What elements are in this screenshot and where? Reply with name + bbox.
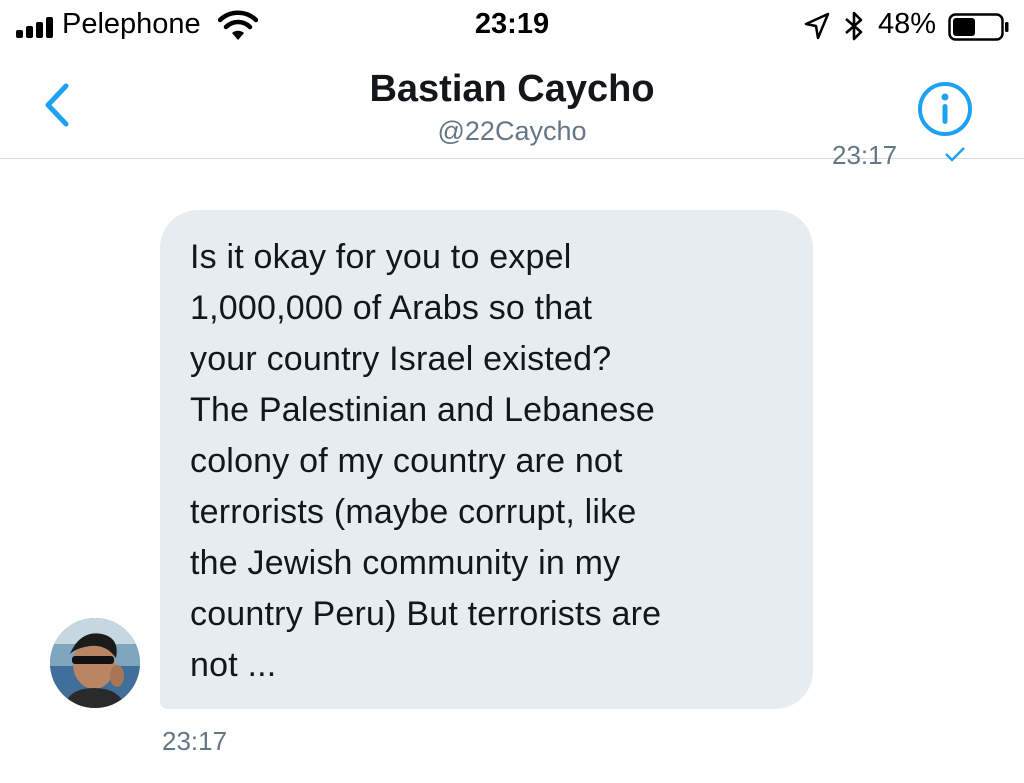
info-icon[interactable] bbox=[916, 80, 974, 138]
battery-percent: 48% bbox=[878, 8, 937, 40]
previous-message-timestamp: 23:17 bbox=[832, 140, 972, 170]
bluetooth-icon bbox=[845, 11, 863, 41]
contact-name[interactable]: Bastian Caycho bbox=[0, 68, 1024, 111]
status-bar: Pelephone 23:19 48% bbox=[0, 0, 1024, 52]
avatar-photo bbox=[50, 618, 140, 708]
battery-icon bbox=[948, 13, 1009, 41]
checkmark-icon bbox=[945, 147, 965, 162]
message-timestamp: 23:17 bbox=[162, 726, 228, 756]
location-arrow-icon bbox=[804, 12, 830, 40]
previous-timestamp-text: 23:17 bbox=[832, 140, 898, 170]
message-bubble[interactable]: Is it okay for you to expel 1,000,000 of… bbox=[160, 210, 813, 709]
avatar[interactable] bbox=[50, 618, 140, 708]
status-time: 23:19 bbox=[474, 8, 550, 40]
message-text: Is it okay for you to expel 1,000,000 of… bbox=[190, 238, 662, 684]
